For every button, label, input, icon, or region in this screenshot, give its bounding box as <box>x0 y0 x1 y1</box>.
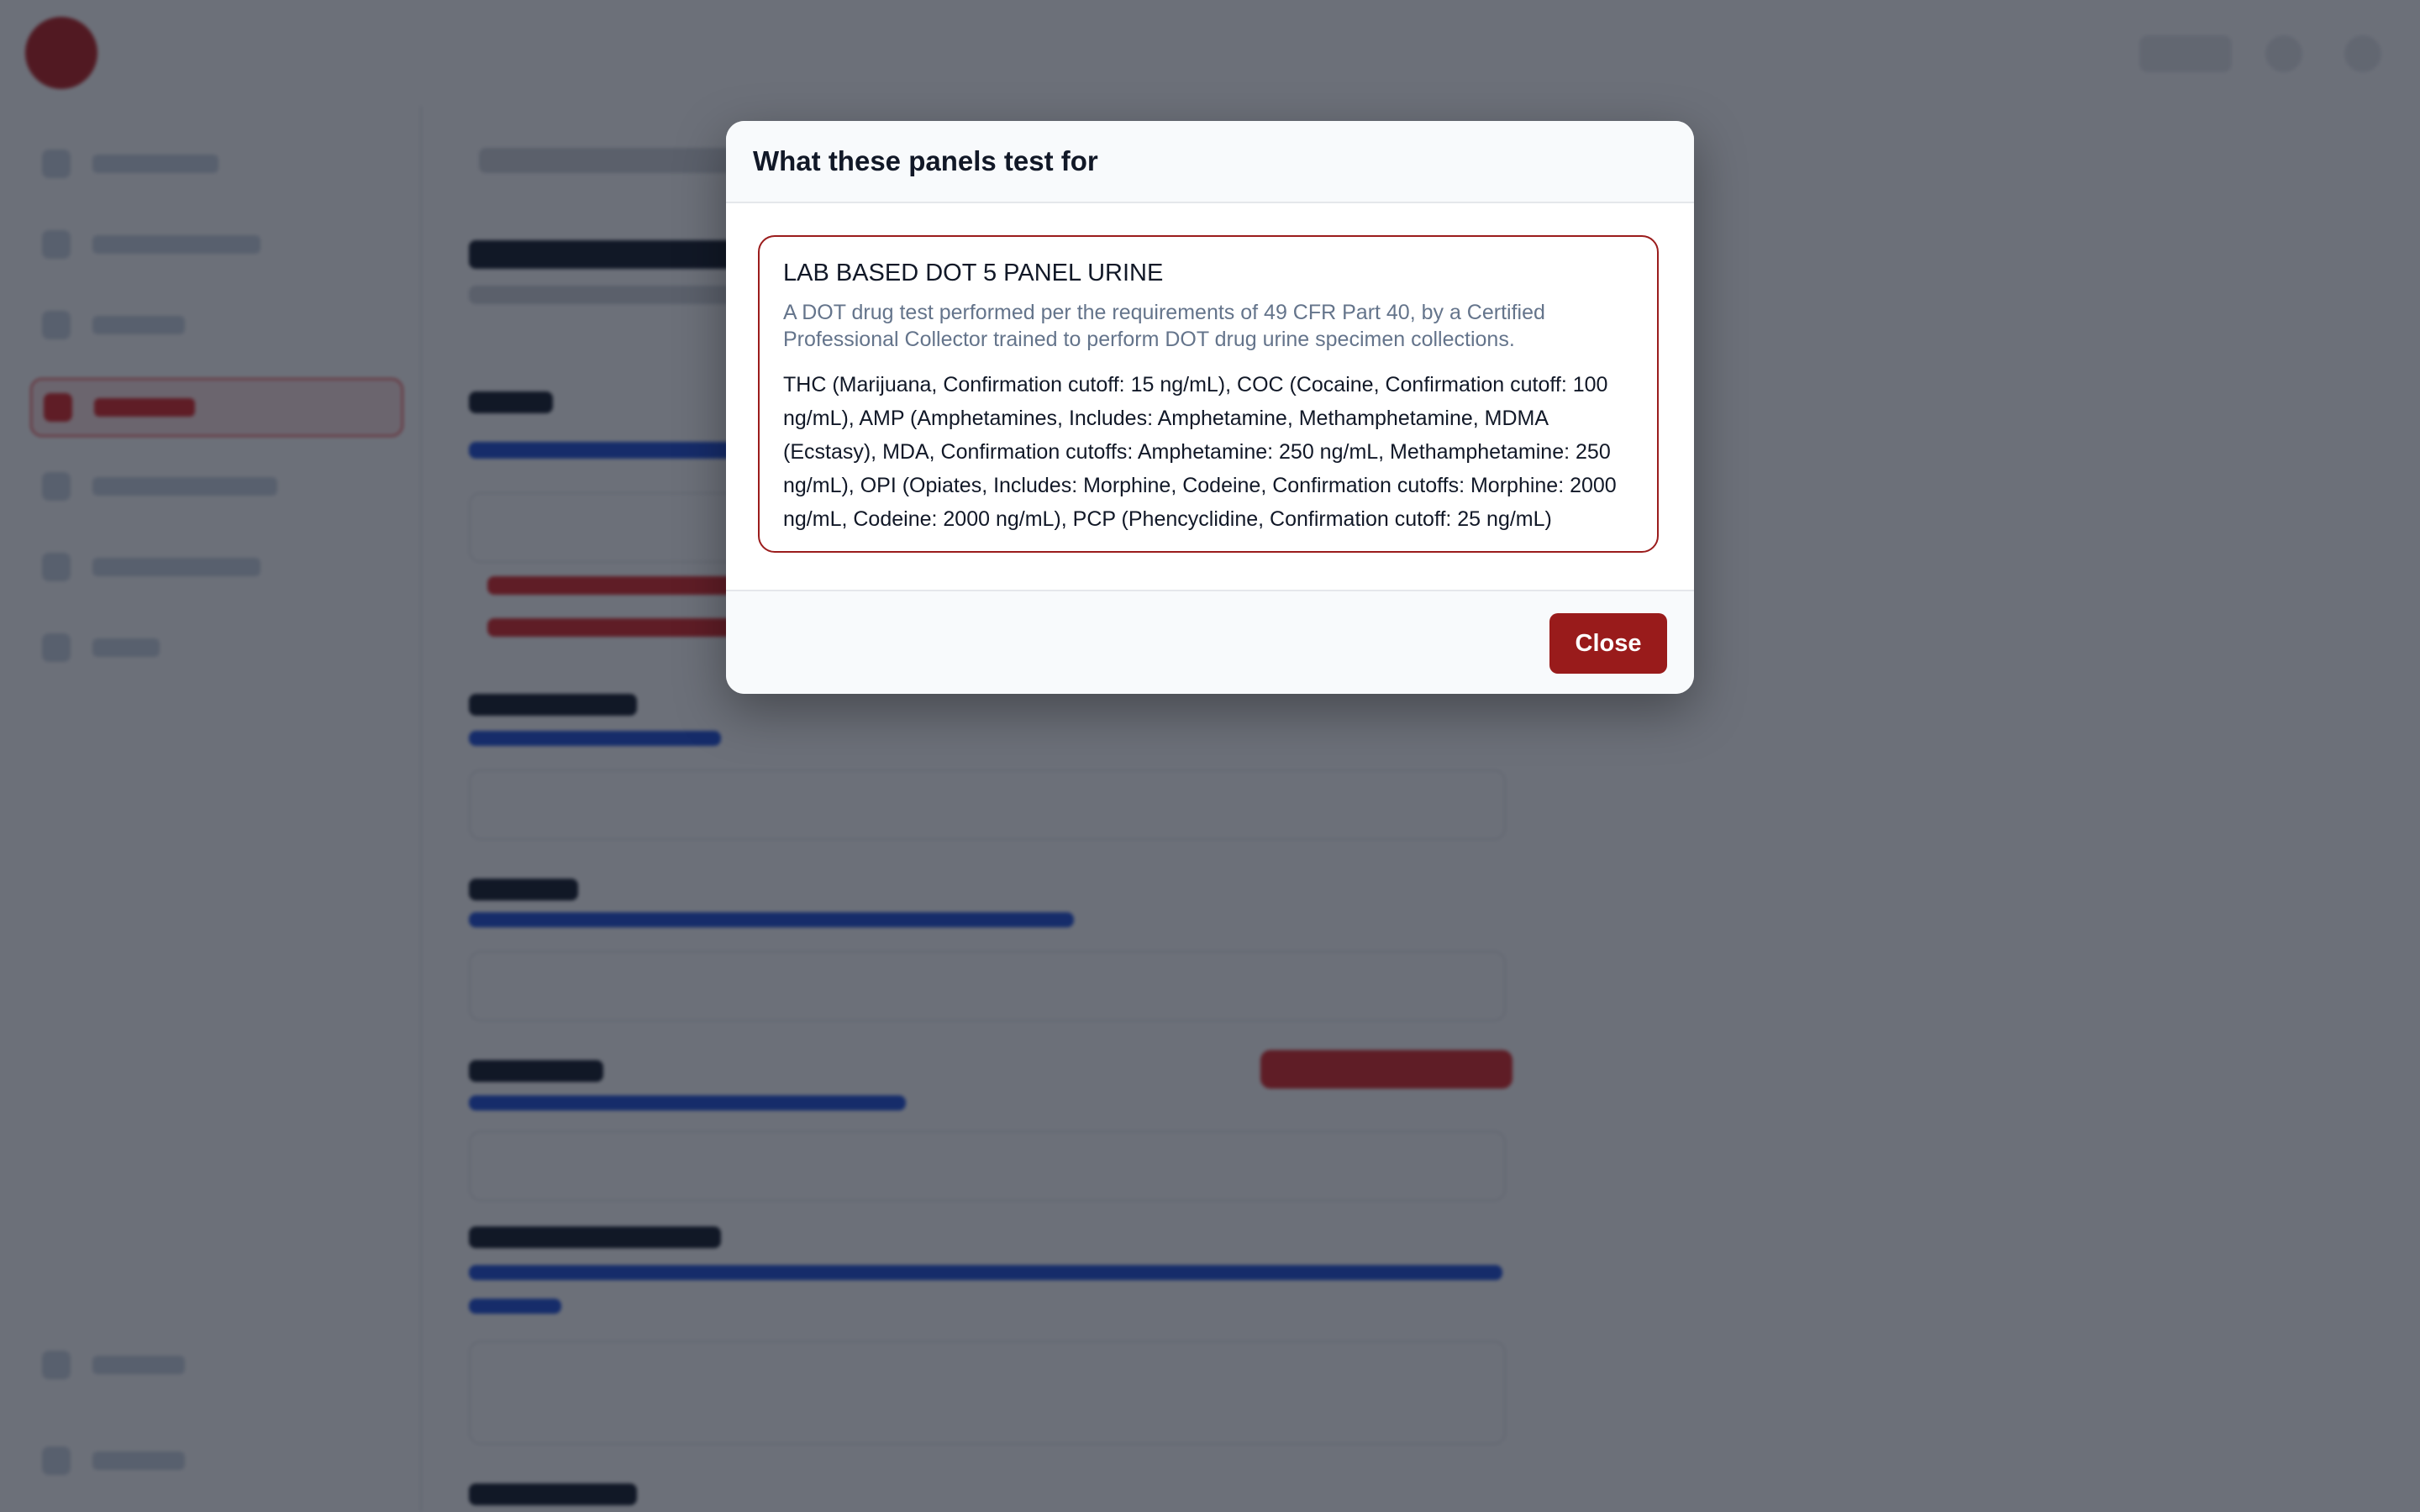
modal-body: LAB BASED DOT 5 PANEL URINE A DOT drug t… <box>726 203 1694 627</box>
modal-footer: Close <box>726 590 1694 694</box>
modal-title: What these panels test for <box>753 145 1098 176</box>
modal-header: What these panels test for <box>726 121 1694 203</box>
panels-info-modal: What these panels test for LAB BASED DOT… <box>726 121 1694 694</box>
close-button[interactable]: Close <box>1549 613 1667 674</box>
panel-description: A DOT drug test performed per the requir… <box>783 300 1545 351</box>
panel-card: LAB BASED DOT 5 PANEL URINE A DOT drug t… <box>758 235 1659 553</box>
panel-drug-list: THC (Marijuana, Confirmation cutoff: 15 … <box>783 372 1617 531</box>
panel-name: LAB BASED DOT 5 PANEL URINE <box>783 260 1164 286</box>
